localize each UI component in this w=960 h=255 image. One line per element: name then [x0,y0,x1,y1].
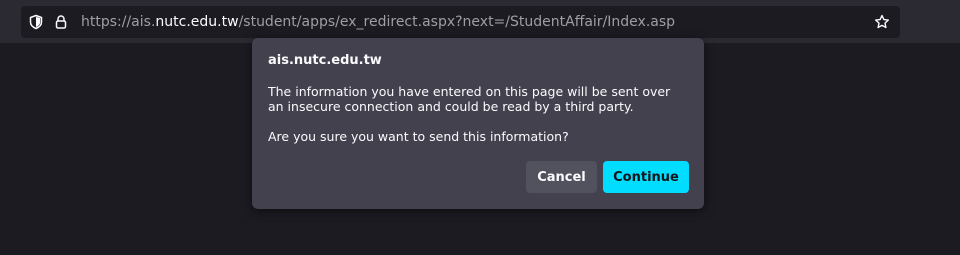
dialog-message: The information you have entered on this… [268,84,671,114]
cancel-button[interactable]: Cancel [526,161,597,193]
dialog-title: ais.nutc.edu.tw [268,53,382,68]
url-text[interactable]: https://ais.nutc.edu.tw/student/apps/ex_… [81,6,675,38]
browser-toolbar: https://ais.nutc.edu.tw/student/apps/ex_… [0,0,960,43]
address-bar[interactable]: https://ais.nutc.edu.tw/student/apps/ex_… [21,6,900,38]
url-host: nutc.edu.tw [155,14,239,30]
url-prefix: https://ais. [81,14,156,30]
dialog-question: Are you sure you want to send this infor… [268,129,569,144]
insecure-form-dialog: ais.nutc.edu.tw The information you have… [252,38,704,209]
shield-icon[interactable] [26,12,46,32]
lock-icon[interactable] [51,12,71,32]
continue-button[interactable]: Continue [603,161,689,193]
star-icon[interactable] [872,12,892,32]
url-path: /student/apps/ex_redirect.aspx?next=/Stu… [238,14,676,30]
